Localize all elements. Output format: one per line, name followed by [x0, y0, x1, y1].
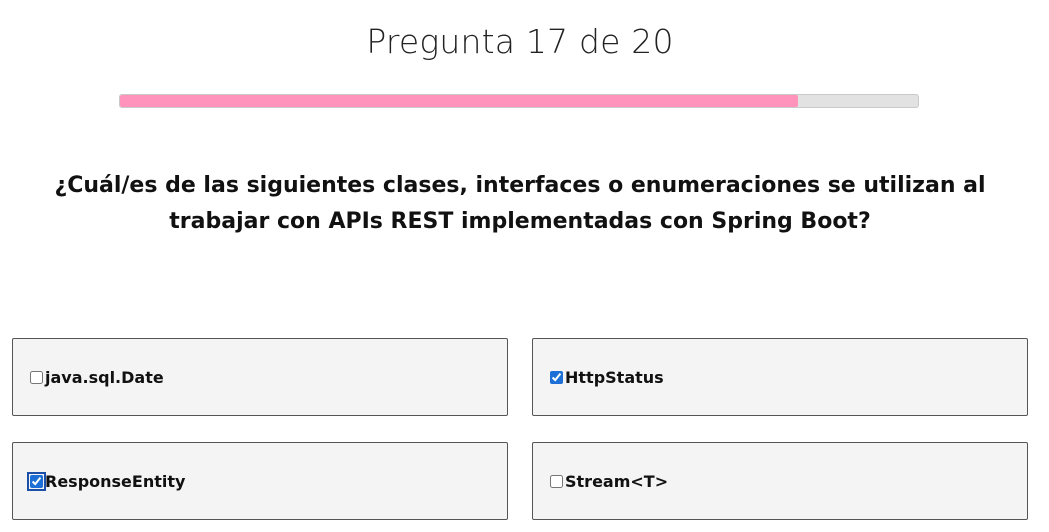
option-responseentity-label: ResponseEntity [45, 471, 186, 491]
option-java-sql-date[interactable]: java.sql.Date [30, 368, 164, 387]
option-card-httpstatus[interactable]: HttpStatus [532, 338, 1028, 416]
option-responseentity-checkbox[interactable] [27, 471, 46, 491]
option-card-java-sql-date[interactable]: java.sql.Date [12, 338, 508, 416]
option-responseentity[interactable]: ResponseEntity [27, 471, 186, 491]
option-stream-checkbox[interactable] [550, 474, 563, 488]
option-java-sql-date-checkbox[interactable] [30, 370, 43, 384]
option-stream-label: Stream<T> [565, 471, 669, 491]
option-httpstatus-checkbox[interactable] [550, 370, 563, 384]
option-httpstatus[interactable]: HttpStatus [550, 368, 664, 387]
progress-bar [119, 94, 919, 108]
option-card-stream[interactable]: Stream<T> [532, 442, 1028, 520]
question-text: ¿Cuál/es de las siguientes clases, inter… [54, 173, 986, 234]
progress-bar-fill [120, 95, 799, 107]
option-stream[interactable]: Stream<T> [550, 472, 668, 491]
option-httpstatus-label: HttpStatus [565, 367, 664, 387]
page-title: Pregunta 17 de 20 [366, 22, 674, 61]
option-java-sql-date-label: java.sql.Date [45, 367, 164, 387]
option-card-responseentity[interactable]: ResponseEntity [12, 442, 508, 520]
